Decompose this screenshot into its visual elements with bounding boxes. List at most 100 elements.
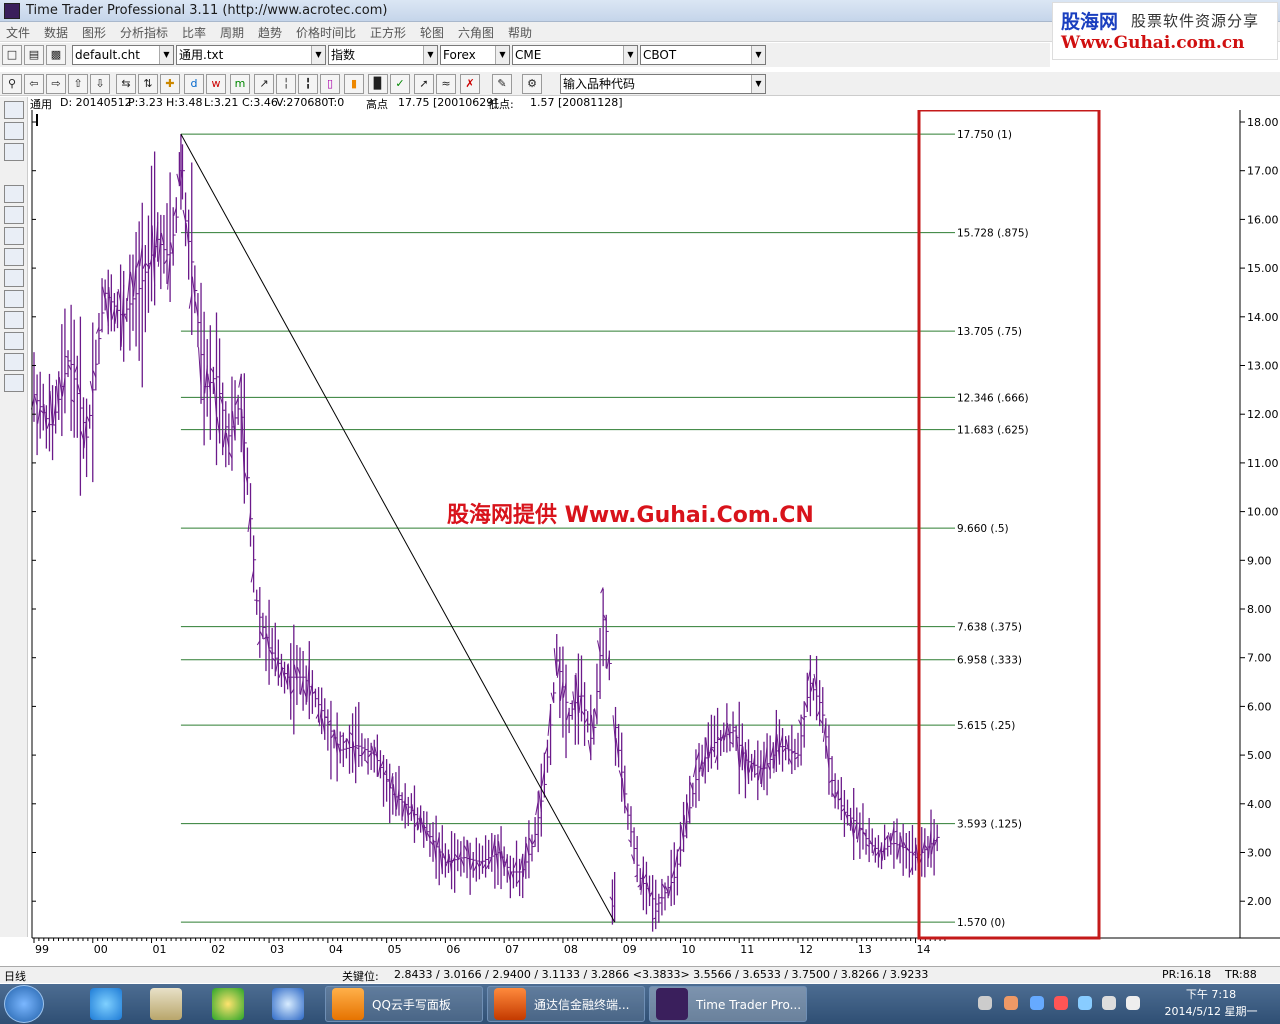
square-icon[interactable]	[4, 353, 24, 371]
data-file-value: 通用.txt	[179, 48, 224, 62]
menu-indicators[interactable]: 分析指标	[120, 24, 168, 41]
fib-level-label: 11.683 (.625)	[957, 425, 1029, 437]
app-window: Time Trader Professional 3.11 (http://ww…	[0, 0, 1280, 1024]
symbol-input[interactable]: 输入品种代码 ▼	[560, 74, 766, 94]
info-low: L:3.21	[204, 96, 239, 109]
indicator-icon[interactable]: ≈	[436, 74, 456, 94]
compress-icon[interactable]: ⇆	[116, 74, 136, 94]
market-cme-select[interactable]: CME ▼	[512, 45, 638, 65]
system-clock[interactable]: 下午 7:18 2014/5/12 星期一	[1152, 986, 1270, 1020]
scroll-down-icon[interactable]: ⇩	[90, 74, 110, 94]
zoom-icon[interactable]: ⚲	[2, 74, 22, 94]
open-folder-icon[interactable]: ▤	[24, 45, 44, 65]
y-tick-label: 5.00	[1247, 749, 1272, 762]
fib-level-label: 7.638 (.375)	[957, 622, 1022, 634]
marker-icon[interactable]: ▮	[344, 74, 364, 94]
brush-icon[interactable]: ✎	[492, 74, 512, 94]
flag-icon[interactable]	[1030, 996, 1044, 1010]
keyboard-icon[interactable]	[978, 996, 992, 1010]
network-icon[interactable]	[1102, 996, 1116, 1010]
x-tick-label: 99	[35, 943, 49, 956]
menu-trend[interactable]: 趋势	[258, 24, 282, 41]
daily-icon[interactable]: d	[184, 74, 204, 94]
task-label: Time Trader Pro...	[696, 998, 802, 1012]
menu-cycle[interactable]: 周期	[220, 24, 244, 41]
task-time-trader[interactable]: Time Trader Pro...	[649, 986, 807, 1022]
speed-lines-icon[interactable]	[4, 290, 24, 308]
task-tdx[interactable]: 通达信金融终端...	[487, 986, 645, 1022]
fib-level-label: 6.958 (.333)	[957, 655, 1022, 667]
qq-icon[interactable]	[212, 988, 244, 1020]
box-icon[interactable]	[4, 332, 24, 350]
volume-speaker-icon[interactable]	[1126, 996, 1140, 1010]
info-date: D: 20140512	[60, 96, 132, 109]
data-file-select[interactable]: 通用.txt ▼	[176, 45, 326, 65]
scroll-left-icon[interactable]: ⇦	[24, 74, 44, 94]
tray-app-icon[interactable]	[1054, 996, 1068, 1010]
start-button[interactable]	[4, 985, 44, 1023]
clock-date: 2014/5/12 星期一	[1164, 1005, 1258, 1018]
scroll-right-icon[interactable]: ⇨	[46, 74, 66, 94]
crosshair-icon[interactable]: ✚	[160, 74, 180, 94]
menu-square[interactable]: 正方形	[370, 24, 406, 41]
people-icon[interactable]	[1004, 996, 1018, 1010]
browser-icon[interactable]	[272, 988, 304, 1020]
menu-hexagon[interactable]: 六角图	[458, 24, 494, 41]
scroll-up-icon[interactable]: ⇧	[68, 74, 88, 94]
menu-help[interactable]: 帮助	[508, 24, 532, 41]
expand-icon[interactable]: ⇅	[138, 74, 158, 94]
chevron-down-icon: ▼	[623, 46, 637, 64]
grid-lines-icon[interactable]	[4, 185, 24, 203]
y-tick-label: 18.00	[1247, 116, 1279, 129]
menu-ratio[interactable]: 比率	[182, 24, 206, 41]
hl-bar-icon[interactable]: ╏	[298, 74, 318, 94]
fib-time-icon[interactable]	[4, 248, 24, 266]
x-tick-label: 13	[858, 943, 872, 956]
chevron-down-icon: ▼	[311, 46, 325, 64]
print-icon[interactable]: ▩	[46, 45, 66, 65]
monthly-icon[interactable]: m	[230, 74, 250, 94]
weekly-icon[interactable]: w	[206, 74, 226, 94]
task-qq-handwriting[interactable]: QQ云手写面板	[325, 986, 483, 1022]
index-select[interactable]: 指数 ▼	[328, 45, 438, 65]
market-forex-select[interactable]: Forex ▼	[440, 45, 510, 65]
pen-app-icon	[332, 988, 364, 1020]
fib-retracement-icon[interactable]	[4, 143, 24, 161]
settings-icon[interactable]: ⚙	[522, 74, 542, 94]
time-zone-icon[interactable]	[4, 206, 24, 224]
line-chart-icon[interactable]: ↗	[254, 74, 274, 94]
price-chart[interactable]: 17.750 (1) 15.728 (.875) 13.705 (.75) 12.34…	[30, 110, 1280, 965]
new-file-icon[interactable]: □	[2, 45, 22, 65]
chart-file-select[interactable]: default.cht ▼	[72, 45, 174, 65]
menu-price-time[interactable]: 价格时间比	[296, 24, 356, 41]
chevron-down-icon: ▼	[751, 75, 765, 93]
cycle-lines-icon[interactable]	[4, 227, 24, 245]
y-tick-label: 4.00	[1247, 798, 1272, 811]
menu-graph[interactable]: 图形	[82, 24, 106, 41]
menu-file[interactable]: 文件	[6, 24, 30, 41]
status-key-label: 关键位:	[342, 970, 379, 983]
y-tick-label: 9.00	[1247, 554, 1272, 567]
fan-lines-icon[interactable]	[4, 269, 24, 287]
status-key-values: 2.8433 / 3.0166 / 2.9400 / 3.1133 / 3.28…	[394, 968, 929, 981]
hexagon-icon[interactable]	[4, 374, 24, 392]
pen-icon[interactable]	[4, 311, 24, 329]
ie-icon[interactable]	[90, 988, 122, 1020]
menu-wheel[interactable]: 轮图	[420, 24, 444, 41]
delete-icon[interactable]: ✗	[460, 74, 480, 94]
fib-extension-icon[interactable]	[4, 122, 24, 140]
fib-levels-icon[interactable]	[4, 101, 24, 119]
volume-icon[interactable]: ▉	[368, 74, 388, 94]
menu-data[interactable]: 数据	[44, 24, 68, 41]
fib-level-label: 9.660 (.5)	[957, 523, 1009, 535]
check-icon[interactable]: ✓	[390, 74, 410, 94]
market-cbot-select[interactable]: CBOT ▼	[640, 45, 766, 65]
time-trader-app-icon	[656, 988, 688, 1020]
y-tick-label: 10.00	[1247, 506, 1279, 519]
candle-icon[interactable]: ▯	[320, 74, 340, 94]
paint-icon[interactable]	[150, 988, 182, 1020]
trend-tool-icon[interactable]: ➚	[414, 74, 434, 94]
ohlc-bar-icon[interactable]: ╎	[276, 74, 296, 94]
shield-icon[interactable]	[1078, 996, 1092, 1010]
market-cme-value: CME	[515, 48, 542, 62]
